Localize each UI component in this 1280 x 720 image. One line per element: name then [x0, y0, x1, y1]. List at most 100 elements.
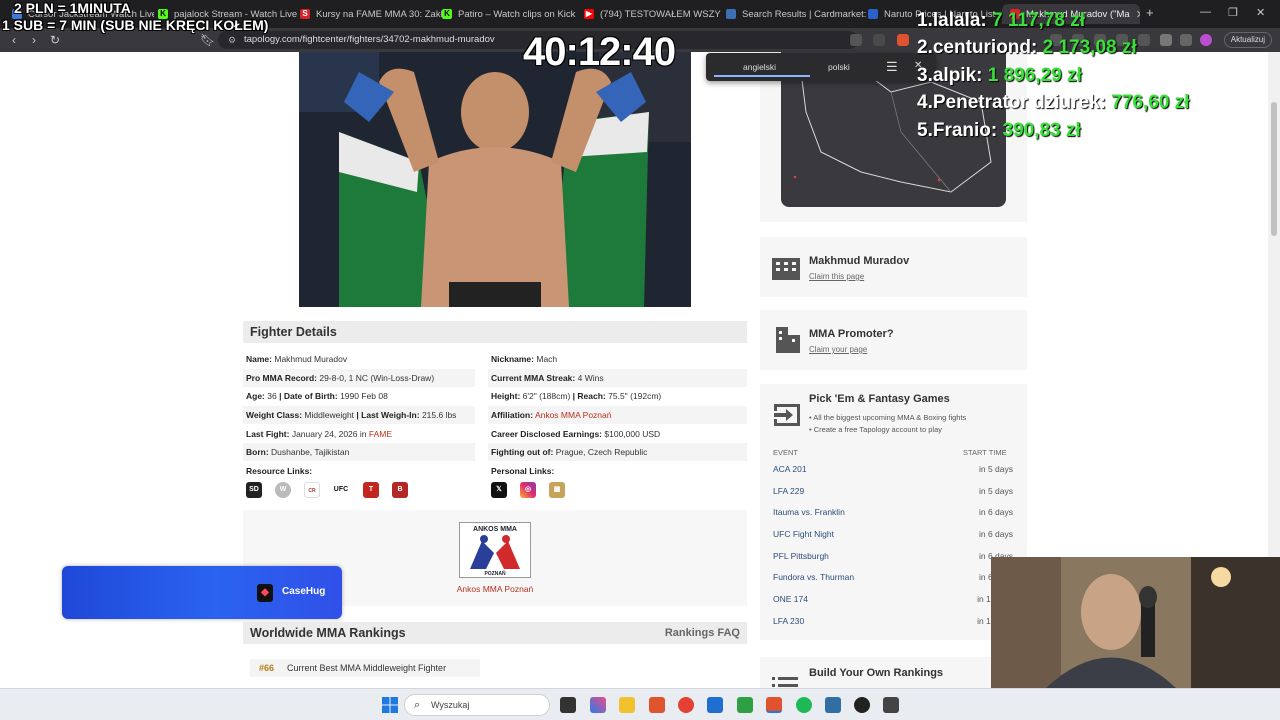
pickem-card: Pick 'Em & Fantasy Games • All the bigge…: [760, 384, 1027, 640]
extension-icon[interactable]: [1138, 34, 1150, 46]
target-language-tab[interactable]: polski: [828, 62, 850, 72]
active-language-underline: [714, 75, 810, 77]
brave-icon[interactable]: [649, 697, 665, 713]
profile-icon[interactable]: [1200, 34, 1212, 46]
tab-favicon-icon: [726, 9, 736, 19]
list-icon: [772, 677, 798, 687]
share-icon[interactable]: [873, 34, 885, 46]
detail-nickname: Nickname: Mach: [491, 354, 558, 364]
detail-name: Name: Makhmud Muradov: [246, 354, 348, 364]
app-icon[interactable]: [883, 697, 899, 713]
ufc-icon[interactable]: UFC: [333, 482, 349, 498]
tab-title: Patiro – Watch clips on Kick: [458, 8, 576, 20]
event-row[interactable]: ACA 201 in 5 days: [773, 459, 1013, 481]
event-row[interactable]: ONE 174in 1 week: [773, 589, 1013, 611]
sherdog-icon[interactable]: SD: [246, 482, 262, 498]
source-language-tab[interactable]: angielski: [743, 62, 776, 72]
leaderboard-entry: 4.Penetrator dziurek: 776,60 zł: [917, 92, 1190, 113]
combat-registry-icon[interactable]: CR: [304, 482, 320, 498]
update-button[interactable]: Aktualizuj: [1223, 32, 1272, 48]
youtube-icon: ▶: [584, 9, 594, 19]
build-rankings-title[interactable]: Build Your Own Rankings: [809, 667, 943, 679]
app-icon[interactable]: [737, 697, 753, 713]
svg-text:ANKOS MMA: ANKOS MMA: [473, 526, 517, 533]
fighter-photo: [299, 52, 691, 307]
affiliation-link[interactable]: Ankos MMA Poznań: [535, 410, 612, 420]
wikipedia-icon[interactable]: W: [275, 482, 291, 498]
fighter-details-header: Fighter Details: [243, 321, 747, 343]
back-icon[interactable]: ‹: [12, 33, 16, 47]
event-row[interactable]: UFC Fight Night in 6 days: [773, 524, 1013, 546]
menu-icon[interactable]: ☰: [886, 59, 898, 75]
new-tab-button[interactable]: +: [1146, 5, 1154, 20]
star-icon[interactable]: [1160, 34, 1172, 46]
event-row[interactable]: LFA 229 in 5 days: [773, 481, 1013, 503]
store-icon[interactable]: [707, 697, 723, 713]
tapology-icon[interactable]: T: [363, 482, 379, 498]
pickem-title[interactable]: Pick 'Em & Fantasy Games: [809, 393, 950, 405]
detail-earnings: Career Disclosed Earnings: $100,000 USD: [491, 429, 661, 439]
copilot-icon[interactable]: [590, 697, 606, 713]
detail-last-fight: Last Fight: January 24, 2026 in FAME: [246, 429, 393, 439]
spotify-icon[interactable]: [796, 697, 812, 713]
promotion-link[interactable]: FAME: [369, 429, 392, 439]
reload-icon[interactable]: ↻: [50, 33, 60, 47]
ranking-row[interactable]: #66 Current Best MMA Middleweight Fighte…: [250, 659, 480, 677]
event-row[interactable]: Fundora vs. Thurmanin 6 days: [773, 567, 1013, 589]
event-row[interactable]: LFA 230in 1 week: [773, 611, 1013, 633]
office-building-icon: [776, 327, 800, 353]
instagram-icon[interactable]: ◎: [520, 482, 536, 498]
windows-start-icon[interactable]: [382, 697, 398, 713]
brave-active-icon[interactable]: [766, 697, 782, 713]
building-icon: [772, 258, 800, 280]
vpn-icon[interactable]: [1180, 34, 1192, 46]
ankos-mma-logo[interactable]: ANKOS MMA POZNAŃ: [459, 522, 531, 578]
forward-icon[interactable]: ›: [32, 33, 36, 47]
tab-favicon-icon: S: [300, 9, 310, 19]
event-row[interactable]: Itauma vs. Franklin in 6 days: [773, 502, 1013, 524]
subathon-timer: 40:12:40: [523, 30, 676, 74]
bjj-icon[interactable]: B: [392, 482, 408, 498]
windows-taskbar: ⌕ Wyszukaj: [0, 688, 1280, 720]
leaderboard-entry: 1.lalala: 7 117,78 zł: [917, 10, 1085, 31]
detail-height: Height: 6'2" (188cm) | Reach: 75.5" (192…: [491, 391, 662, 401]
translate-icon[interactable]: [850, 34, 862, 46]
maximize-icon[interactable]: ❐: [1228, 6, 1238, 19]
browser-tab[interactable]: Search Results | Cardmarket: E: [718, 4, 868, 24]
start-time-column-header: START TIME: [963, 448, 1007, 457]
browser-tab[interactable]: ▶ (794) TESTOWAŁEM WSZY: [576, 4, 726, 24]
bookmark-icon[interactable]: 🔖︎: [200, 33, 215, 47]
leaderboard-entry: 2.centuriond: 2 173,08 zł: [917, 37, 1137, 58]
detail-fighting-out-of: Fighting out of: Prague, Czech Republic: [488, 443, 747, 461]
tab-title: (794) TESTOWAŁEM WSZY: [600, 8, 721, 20]
event-row[interactable]: PFL Pittsburgh in 6 days: [773, 546, 1013, 568]
taskbar-search[interactable]: ⌕ Wyszukaj: [404, 694, 550, 716]
translate-popup: angielski polski ☰ ✕: [706, 53, 936, 81]
brave-shield-icon[interactable]: [897, 34, 909, 46]
close-tab-icon[interactable]: ✕: [1136, 8, 1140, 21]
chrome-icon[interactable]: [678, 697, 694, 713]
file-explorer-icon[interactable]: [619, 697, 635, 713]
claim-your-page-link[interactable]: Claim your page: [809, 345, 867, 354]
claim-page-link[interactable]: Claim this page: [809, 272, 864, 281]
ankos-logo-graphic: ANKOS MMA POZNAŃ: [460, 523, 530, 577]
scrollbar-thumb[interactable]: [1271, 102, 1277, 236]
rank-category: Current Best MMA Middleweight Fighter: [287, 663, 447, 673]
tab-title: Kursy na FAME MMA 30: Zakła: [316, 8, 442, 20]
minimize-icon[interactable]: —: [1200, 6, 1211, 18]
x-twitter-icon[interactable]: 𝕏: [491, 482, 507, 498]
browser-tab[interactable]: K Patiro – Watch clips on Kick: [434, 4, 584, 24]
detail-affiliation: Affiliation: Ankos MMA Poznań: [488, 406, 747, 424]
svg-text:POZNAŃ: POZNAŃ: [484, 569, 506, 577]
rankings-faq-link[interactable]: Rankings FAQ: [665, 622, 740, 644]
site-info-icon[interactable]: ⚙: [228, 31, 236, 49]
website-icon[interactable]: ▦: [549, 482, 565, 498]
obs-icon[interactable]: [854, 697, 870, 713]
pickem-bullet: • Create a free Tapology account to play: [809, 425, 942, 434]
app-icon[interactable]: [825, 697, 841, 713]
claim-title: Makhmud Muradov: [809, 255, 910, 267]
casehug-banner: ◆ CaseHug: [62, 566, 342, 619]
close-window-icon[interactable]: ✕: [1256, 6, 1265, 19]
task-view-icon[interactable]: [560, 697, 576, 713]
browser-tab[interactable]: S Kursy na FAME MMA 30: Zakła: [292, 4, 442, 24]
